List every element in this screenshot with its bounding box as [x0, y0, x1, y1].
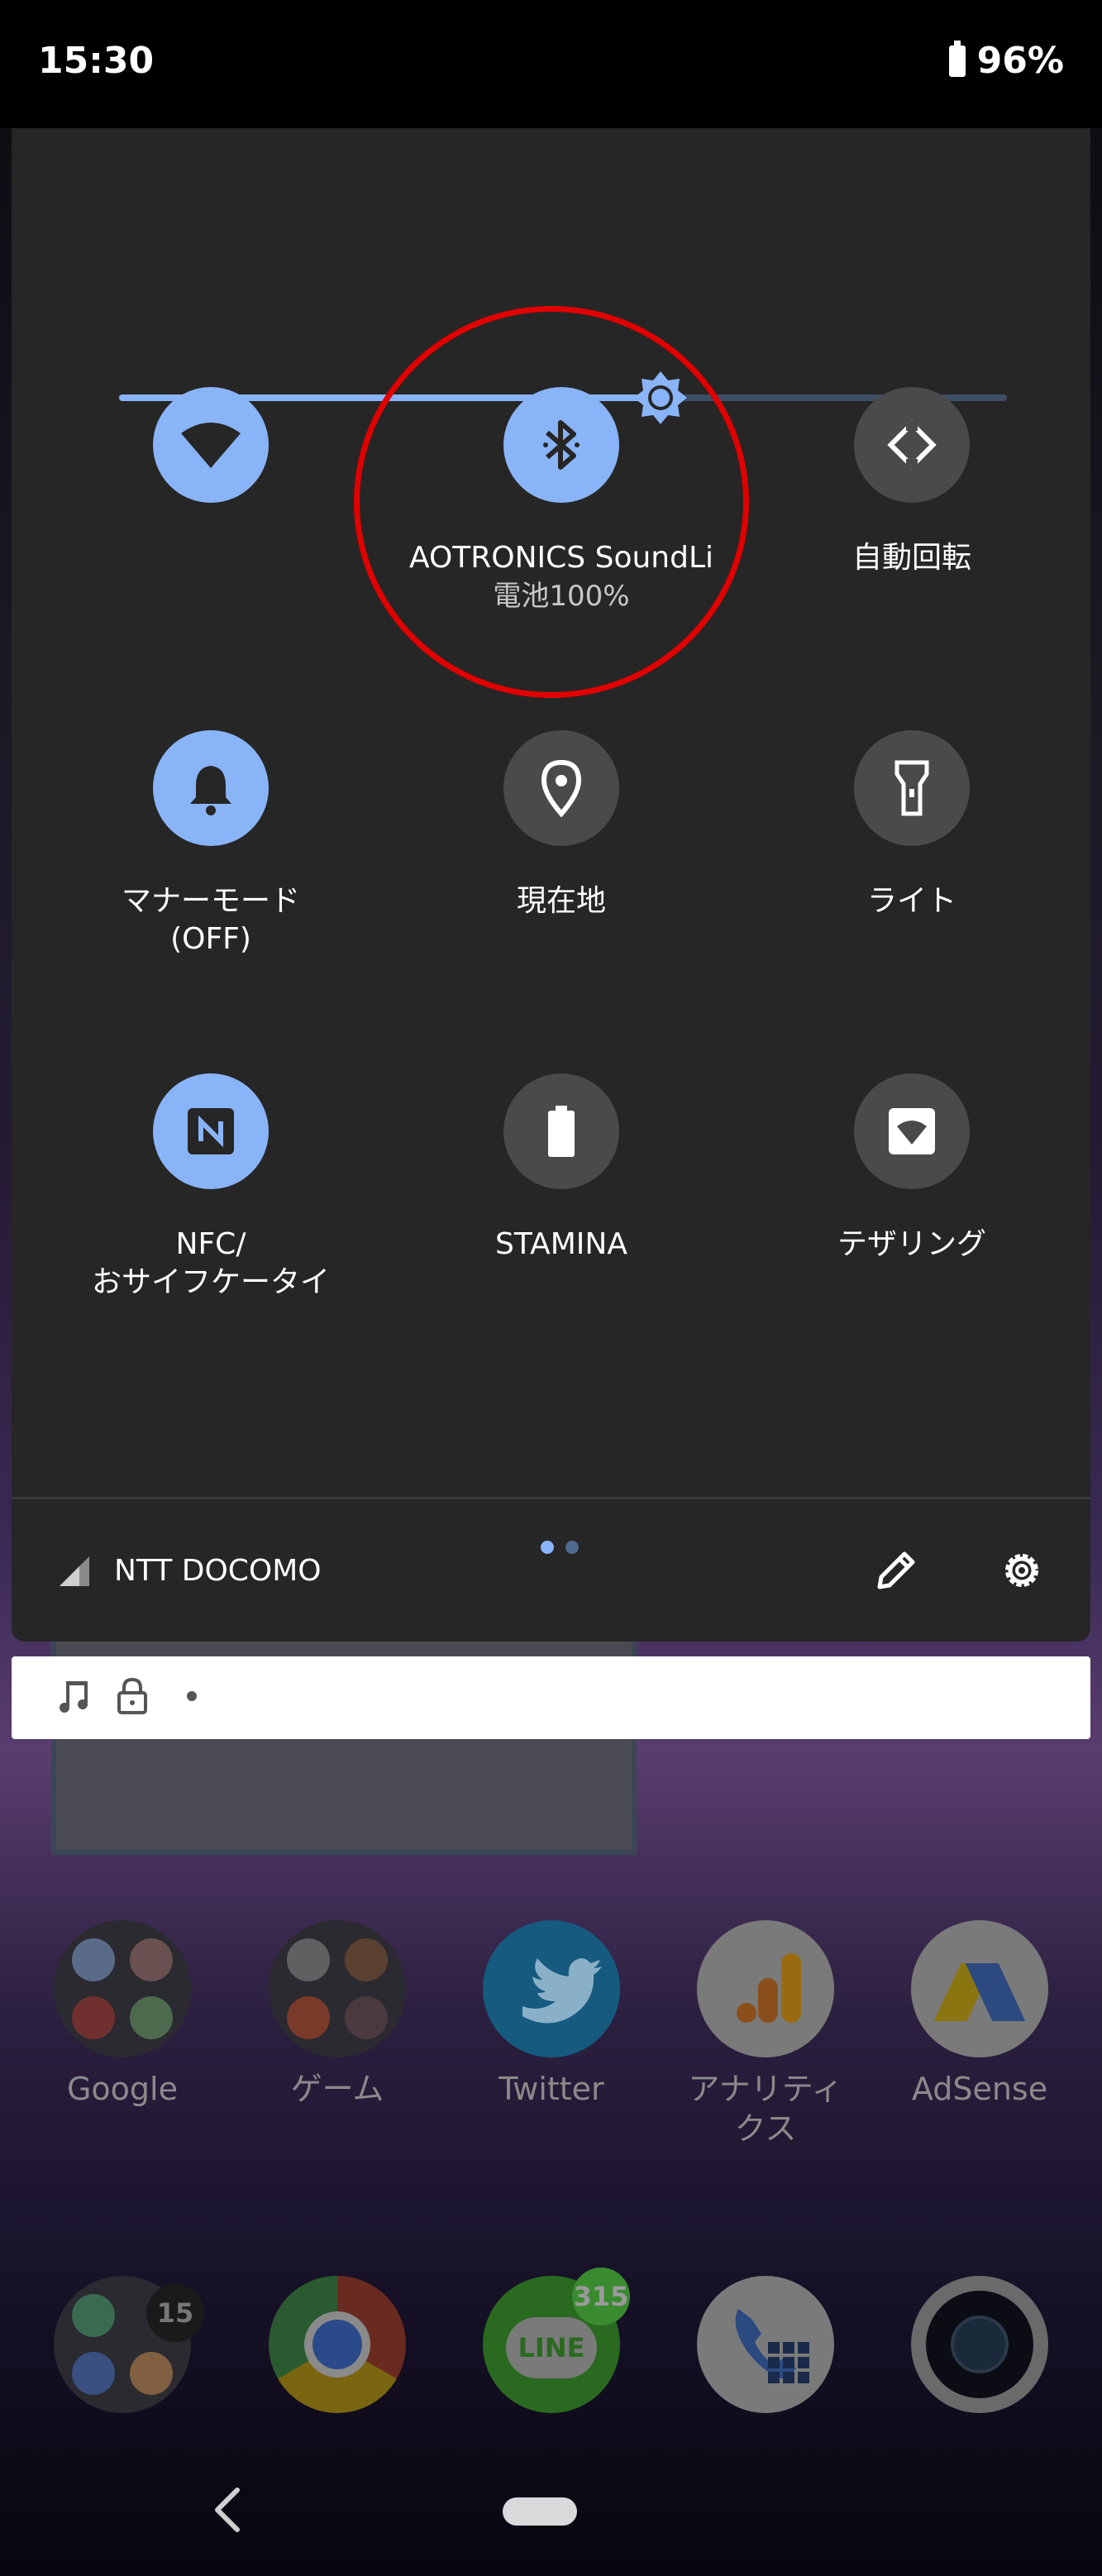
adsense-icon: [911, 1920, 1048, 2057]
auto-rotate-icon[interactable]: [854, 387, 970, 503]
app-twitter[interactable]: Twitter: [460, 1920, 642, 2109]
tile-stamina[interactable]: STAMINA: [396, 1073, 727, 1264]
music-note-icon: [60, 1681, 88, 1713]
carrier-info: NTT DOCOMO: [58, 1554, 322, 1588]
lock-icon: [117, 1678, 147, 1714]
back-icon[interactable]: [211, 2485, 244, 2535]
battery-icon: [948, 40, 966, 77]
tile-manner-mode[interactable]: マナーモード (OFF): [45, 730, 376, 958]
twitter-bird-icon: [483, 1920, 620, 2057]
app-adsense[interactable]: AdSense: [889, 1920, 1071, 2109]
notification-badge: 315: [572, 2268, 630, 2325]
app-label: アナリティ クス: [688, 2071, 843, 2147]
tile-auto-rotate-label: 自動回転: [852, 541, 971, 575]
battery-indicator: 96%: [948, 40, 1064, 82]
app-label: Google: [66, 2071, 178, 2107]
tile-flashlight-label: ライト: [866, 884, 956, 918]
apps-folder-icon: 15: [54, 2276, 204, 2413]
tile-location[interactable]: 現在地: [396, 730, 727, 920]
tile-nfc[interactable]: NFC/ おサイフケータイ: [45, 1073, 376, 1302]
location-pin-icon[interactable]: [503, 730, 619, 846]
app-camera[interactable]: [889, 2276, 1071, 2413]
signal-icon: [60, 1556, 89, 1586]
line-chat-icon: LINE 315: [483, 2268, 630, 2413]
battery-percent: 96%: [976, 40, 1064, 82]
nfc-icon[interactable]: [153, 1073, 269, 1189]
chrome-icon: [269, 2276, 406, 2413]
highlight-circle-annotation: [354, 306, 749, 698]
app-label: Twitter: [499, 2071, 604, 2107]
app-chrome[interactable]: [246, 2276, 428, 2413]
tile-nfc-label: NFC/ おサイフケータイ: [91, 1227, 330, 1299]
line-logo-text: LINE: [506, 2317, 597, 2378]
app-google-folder[interactable]: Google: [31, 1920, 213, 2109]
quick-settings-footer: NTT DOCOMO: [12, 1499, 1090, 1642]
camera-lens-icon: [911, 2276, 1048, 2413]
app-phone[interactable]: [675, 2276, 856, 2413]
tile-tethering-label: テザリング: [837, 1227, 986, 1261]
gear-icon[interactable]: [997, 1546, 1047, 1595]
wifi-icon[interactable]: [153, 387, 269, 503]
tile-auto-rotate[interactable]: 自動回転: [747, 387, 1077, 577]
app-analytics[interactable]: アナリティ クス: [675, 1920, 856, 2148]
phone-dialer-icon: [697, 2276, 834, 2413]
google-folder-icon: [54, 1920, 191, 2057]
tile-tethering[interactable]: テザリング: [747, 1073, 1077, 1264]
home-pill-button[interactable]: [503, 2497, 577, 2526]
more-dot-icon: [187, 1691, 197, 1701]
flashlight-icon[interactable]: [854, 730, 970, 846]
app-label: AdSense: [911, 2071, 1048, 2107]
hotspot-icon[interactable]: [854, 1073, 970, 1189]
tile-location-label: 現在地: [516, 884, 606, 918]
tile-flashlight[interactable]: ライト: [747, 730, 1077, 920]
app-line[interactable]: LINE 315: [460, 2268, 642, 2413]
notification-badge: 15: [146, 2284, 204, 2342]
carrier-name: NTT DOCOMO: [114, 1554, 322, 1588]
tile-wifi[interactable]: [45, 387, 376, 503]
app-folder-dock[interactable]: 15: [31, 2276, 213, 2413]
tile-stamina-label: STAMINA: [495, 1227, 627, 1261]
bell-icon[interactable]: [153, 730, 269, 846]
status-bar: 15:30 96%: [0, 0, 1102, 128]
analytics-icon: [697, 1920, 834, 2057]
app-label: ゲーム: [290, 2071, 384, 2107]
app-game-folder[interactable]: ゲーム: [246, 1920, 428, 2109]
battery-stamina-icon[interactable]: [503, 1073, 619, 1189]
notification-strip[interactable]: [12, 1656, 1090, 1739]
tile-manner-mode-label: マナーモード (OFF): [121, 884, 300, 956]
clock: 15:30: [38, 40, 155, 82]
edit-pencil-icon[interactable]: [871, 1546, 921, 1595]
game-folder-icon: [269, 1920, 406, 2057]
